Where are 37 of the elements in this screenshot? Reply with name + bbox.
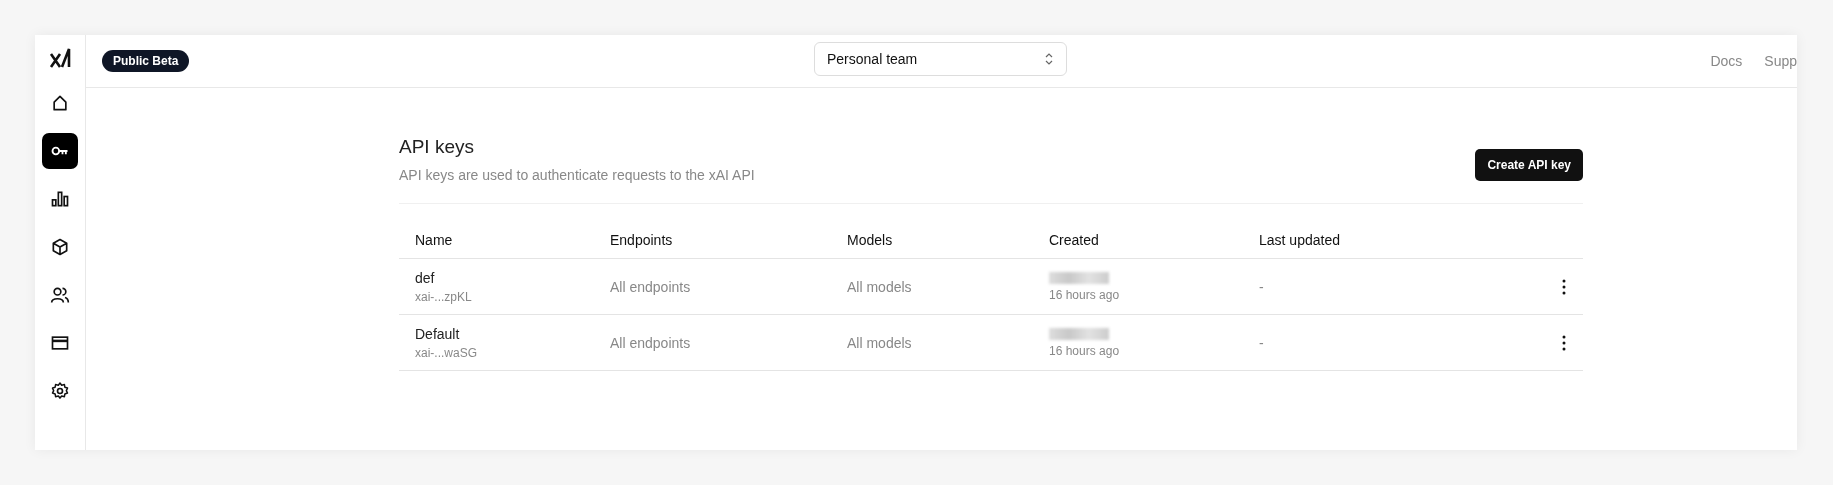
bar-chart-icon — [50, 189, 70, 209]
beta-badge: Public Beta — [102, 50, 190, 72]
cube-icon — [50, 237, 70, 257]
key-preview: xai-...waSG — [415, 345, 478, 360]
home-icon — [50, 93, 70, 113]
table-cell-text: - — [1259, 278, 1265, 295]
logo-icon — [49, 47, 71, 69]
more-options-icon[interactable] — [1561, 333, 1567, 352]
more-options-icon[interactable] — [1561, 277, 1567, 296]
table-cell-text: - — [1259, 334, 1265, 351]
settings-icon — [50, 381, 70, 401]
page-title: API keys — [399, 136, 475, 158]
page-subtitle: API keys are used to authenticate requests to the xAI API — [399, 167, 755, 183]
column-header: Name — [399, 232, 594, 259]
users-icon — [50, 285, 70, 305]
table-cell-text: All endpoints — [610, 278, 692, 295]
column-header: Models — [831, 232, 1033, 259]
table-cell-text: All endpoints — [610, 334, 692, 351]
sidebar-item[interactable] — [42, 133, 78, 169]
header-link[interactable]: Docs — [1710, 53, 1743, 69]
table-cell-text: All models — [847, 278, 913, 295]
column-header: Endpoints — [594, 232, 831, 259]
credit-card-icon — [50, 333, 70, 353]
created-time: 16 hours ago — [1049, 287, 1121, 302]
create-api-key-button[interactable]: Create API key — [1475, 149, 1583, 181]
team-select[interactable]: Personal team — [814, 42, 1067, 76]
column-header: Created — [1033, 232, 1243, 259]
created-time: 16 hours ago — [1049, 343, 1121, 358]
redacted-date — [1049, 327, 1109, 340]
chevron-up-down-icon — [1044, 53, 1054, 65]
redacted-date — [1049, 271, 1109, 284]
table-cell-text: All models — [847, 334, 913, 351]
key-name: Default — [415, 325, 461, 342]
column-header: Last updated — [1243, 232, 1543, 259]
header-link[interactable]: Supp — [1764, 53, 1797, 69]
key-name: def — [415, 269, 436, 286]
key-preview: xai-...zpKL — [415, 289, 473, 304]
